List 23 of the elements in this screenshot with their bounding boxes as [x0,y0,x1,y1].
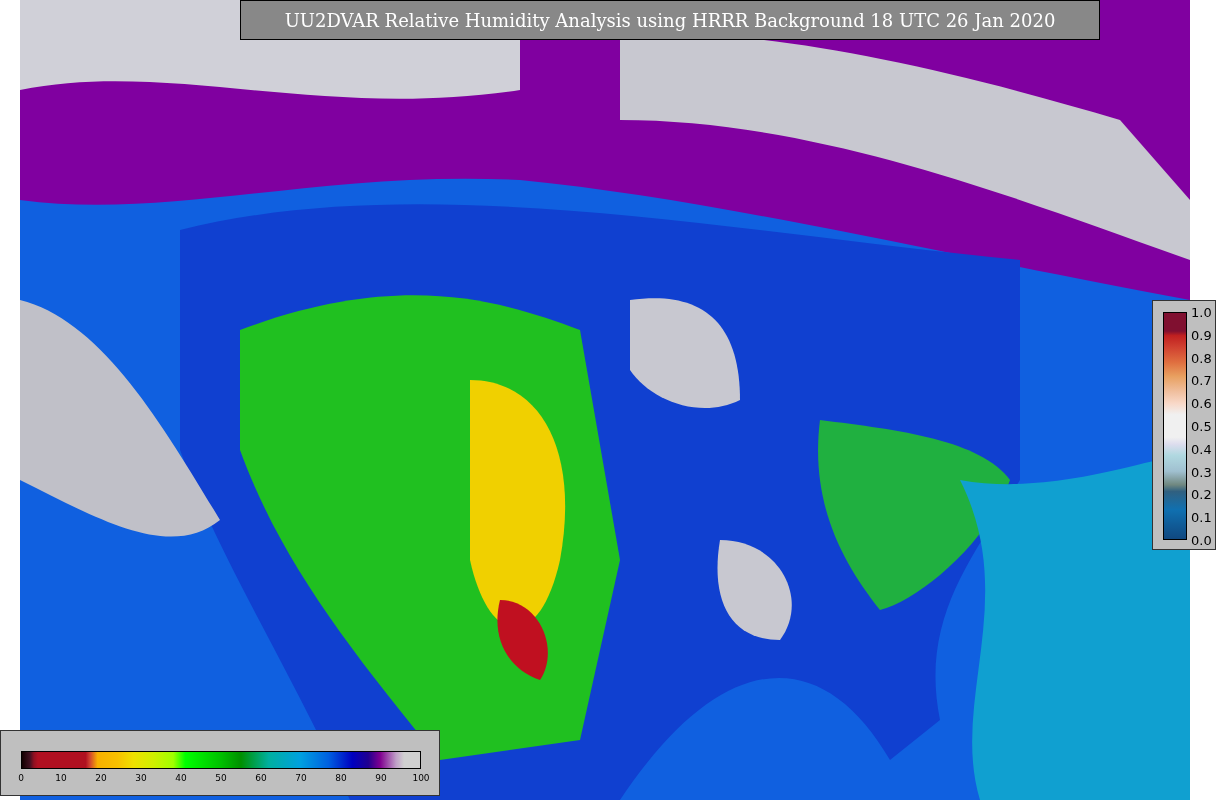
scale-label: 70 [295,773,307,783]
scale-label: 80 [335,773,347,783]
scale-label: 0.8 [1191,350,1212,366]
scale-label: 0.1 [1191,509,1212,525]
scale-label: 0.2 [1191,486,1212,502]
scale-label: 10 [55,773,67,783]
scale-label: 60 [255,773,267,783]
scale-label: 40 [175,773,187,783]
scale-label: 20 [95,773,107,783]
scale-label: 100 [412,773,430,783]
scale-label: 90 [375,773,387,783]
scale-label: 0.3 [1191,464,1212,480]
scale-label: 0 [18,773,24,783]
scale-label: 30 [135,773,147,783]
scale-label: 0.4 [1191,441,1212,457]
scale-label: 0.5 [1191,418,1212,434]
map-title: UU2DVAR Relative Humidity Analysis using HRRR Background 18 UTC 26 Jan 2020 [240,0,1100,40]
scale-label: 50 [215,773,227,783]
scale-label: 0.6 [1191,395,1212,411]
scale-label: 1.0 [1191,304,1212,320]
scale-label: 0.7 [1191,372,1212,388]
scale-label: 0.0 [1191,532,1212,548]
scale-label: 0.9 [1191,327,1212,343]
